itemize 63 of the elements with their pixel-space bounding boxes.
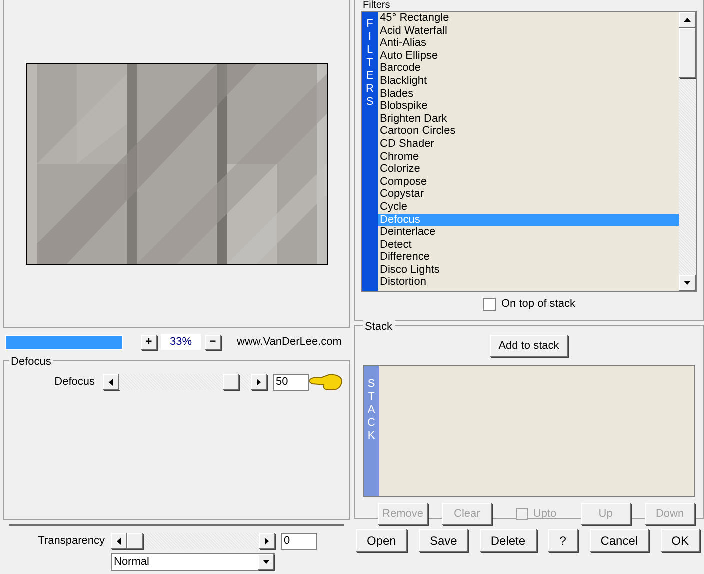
filter-item[interactable]: Blades [378, 88, 679, 100]
value-field[interactable]: 0 [281, 532, 317, 550]
scroll-up-button[interactable] [679, 12, 696, 28]
group-title: Filters [363, 0, 390, 11]
right-arrow-icon [265, 538, 269, 544]
filter-item[interactable]: Blobspike [378, 100, 679, 113]
stack-band: STACK [364, 366, 379, 496]
filter-item[interactable]: Cycle [378, 200, 679, 214]
dropdown-value: Normal [114, 554, 150, 570]
website-link[interactable]: www.VanDerLee.com [237, 334, 342, 350]
left-arrow-button[interactable] [111, 533, 127, 549]
filter-item[interactable]: Anti-Alias [378, 37, 679, 50]
up-arrow-icon [684, 18, 691, 22]
checkbox[interactable] [482, 298, 496, 311]
left-arrow-icon [109, 378, 113, 386]
left-arrow-icon [117, 538, 121, 544]
zoom-out-button[interactable]: − [205, 334, 221, 350]
checkbox-label: On top of stack [502, 297, 576, 312]
dialog-button[interactable]: ? [548, 529, 578, 552]
dialog-button[interactable]: Delete [480, 529, 537, 552]
scrollbar[interactable] [679, 12, 696, 291]
value-field[interactable]: 50 [273, 374, 309, 390]
filter-item[interactable]: Compose [378, 176, 679, 188]
right-arrow-icon [257, 378, 261, 386]
slider-thumb[interactable] [127, 533, 143, 549]
filter-item[interactable]: Acid Waterfall [378, 24, 679, 38]
dialog-button[interactable]: Open [356, 529, 408, 552]
dialog-button[interactable]: Cancel [590, 529, 650, 552]
slider-label: Transparency [37, 534, 106, 549]
filter-item[interactable]: 45° Rectangle [378, 12, 679, 25]
filter-item[interactable]: Difference [378, 251, 679, 264]
down-arrow-icon [684, 281, 691, 285]
filter-item[interactable]: Blacklight [378, 74, 679, 88]
caret-icon [262, 560, 270, 564]
dialog-button[interactable]: OK [660, 529, 700, 552]
filter-item[interactable]: Deinterlace [378, 226, 679, 239]
filter-item[interactable]: Auto Ellipse [378, 50, 679, 62]
slider-thumb[interactable] [223, 374, 240, 390]
filter-item[interactable]: Copystar [378, 188, 679, 201]
filter-item[interactable]: Colorize [378, 163, 679, 176]
slider-label: Defocus [54, 374, 96, 390]
filter-item[interactable]: Cartoon Circles [378, 125, 679, 138]
filter-item[interactable]: Barcode [378, 62, 679, 75]
filter-item[interactable]: Distortion [378, 276, 679, 290]
scroll-down-button[interactable] [679, 275, 696, 291]
filter-band: FILTERS [362, 12, 378, 291]
blend-mode-dropdown[interactable]: Normal [111, 553, 275, 571]
dropdown-arrow-button[interactable] [258, 554, 274, 570]
filter-item[interactable]: Detect [378, 238, 679, 252]
filter-item[interactable]: CD Shader [378, 138, 679, 151]
right-arrow-button[interactable] [251, 374, 267, 390]
filter-list[interactable] [361, 11, 697, 292]
dialog-button[interactable]: Save [418, 529, 468, 552]
filter-item[interactable]: Brighten Dark [378, 112, 679, 126]
filter-item[interactable]: Disco Lights [378, 264, 679, 276]
left-arrow-button[interactable] [103, 374, 119, 390]
scroll-thumb[interactable] [679, 28, 696, 78]
checkbox-label: Upto [533, 506, 557, 522]
zoom-value: 33% [161, 334, 201, 350]
add-to-stack-button[interactable]: Add to stack [490, 335, 568, 357]
zoom-in-button[interactable]: + [141, 334, 157, 350]
right-arrow-button[interactable] [259, 533, 275, 549]
filter-item[interactable]: Chrome [378, 150, 679, 164]
